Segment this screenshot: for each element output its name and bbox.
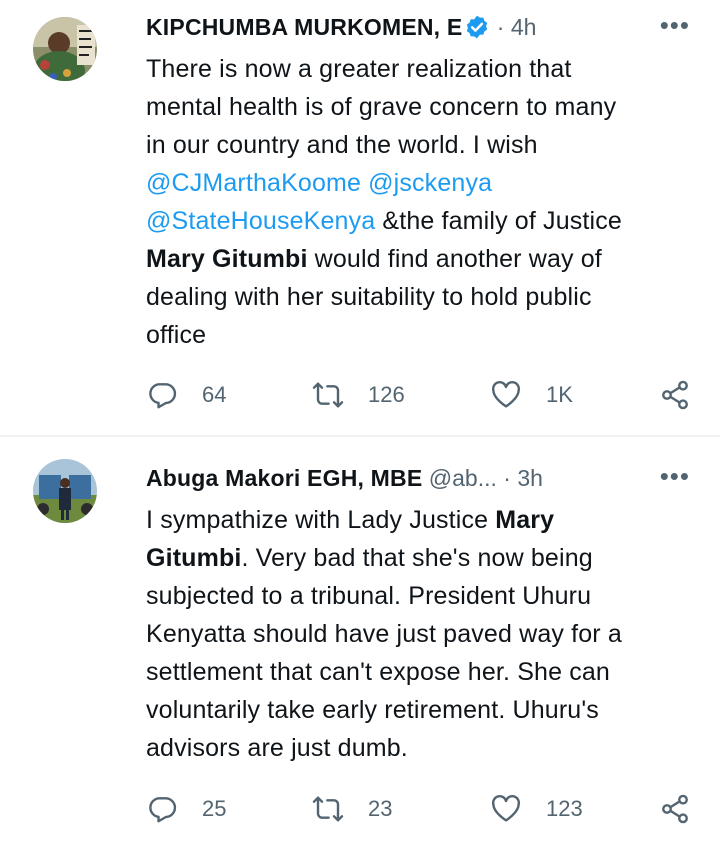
author-handle[interactable]: @ab... — [429, 465, 497, 491]
mention-link[interactable]: @StateHouseKenya — [146, 207, 375, 235]
text-line: voluntarily take early retirement. Uhuru… — [146, 691, 686, 729]
reply-button[interactable]: 64 — [146, 375, 226, 415]
text-line: Kenyatta should have just paved way for … — [146, 615, 686, 653]
tweet-1[interactable]: KIPCHUMBA MURKOMEN, E · 4h ••• There is … — [0, 0, 720, 436]
text-line: There is now a greater realization that — [146, 50, 686, 88]
text-fragment: would find another way of — [307, 245, 602, 273]
reply-count: 64 — [202, 382, 227, 407]
retweet-count: 23 — [368, 796, 393, 821]
retweet-icon — [312, 382, 344, 408]
share-button[interactable] — [659, 789, 691, 829]
tweet-time[interactable]: 4h — [511, 14, 537, 40]
like-icon — [491, 380, 521, 408]
author-name[interactable]: Abuga Makori EGH, MBE — [146, 465, 422, 491]
author-avatar[interactable] — [33, 459, 97, 523]
text-line: dealing with her suitability to hold pub… — [146, 278, 686, 316]
text-fragment: office — [146, 321, 207, 349]
highlighted-text: Gitumbi — [146, 544, 242, 572]
share-button[interactable] — [659, 375, 691, 415]
reply-count: 25 — [202, 796, 227, 821]
tweet-actions: 64 126 1K — [146, 375, 691, 415]
text-line: Mary Gitumbi would find another way of — [146, 240, 686, 278]
retweet-button[interactable]: 23 — [312, 789, 392, 829]
separator-dot: · — [503, 465, 511, 491]
like-button[interactable]: 123 — [490, 789, 583, 829]
like-count: 1K — [546, 382, 573, 407]
share-icon — [662, 794, 688, 824]
more-icon[interactable]: ••• — [660, 463, 690, 489]
like-icon — [491, 794, 521, 822]
text-line: @CJMarthaKoome @jsckenya — [146, 164, 686, 202]
more-icon[interactable]: ••• — [660, 12, 690, 38]
text-fragment: settlement that can't expose her. She ca… — [146, 658, 610, 686]
text-line: advisors are just dumb. — [146, 729, 686, 767]
text-line: Gitumbi. Very bad that she's now being — [146, 539, 686, 577]
tweet-time[interactable]: 3h — [517, 465, 543, 491]
highlighted-text: Mary — [495, 506, 555, 534]
like-button[interactable]: 1K — [490, 375, 573, 415]
retweet-icon — [312, 796, 344, 822]
text-line: office — [146, 316, 686, 354]
text-line: subjected to a tribunal. President Uhuru — [146, 577, 686, 615]
author-avatar[interactable] — [33, 17, 97, 81]
text-fragment: subjected to a tribunal. President Uhuru — [146, 582, 592, 610]
tweet-2[interactable]: Abuga Makori EGH, MBE @ab... · 3h ••• I … — [0, 437, 720, 849]
tweet-text: I sympathize with Lady Justice Mary Gitu… — [146, 501, 686, 767]
text-fragment: advisors are just dumb. — [146, 734, 408, 762]
mention-links[interactable]: @CJMarthaKoome @jsckenya — [146, 169, 492, 197]
text-fragment: Kenyatta should have just paved way for … — [146, 620, 622, 648]
reply-icon — [149, 797, 177, 823]
like-count: 123 — [546, 796, 583, 821]
text-line: @StateHouseKenya &the family of Justice — [146, 202, 686, 240]
author-name[interactable]: KIPCHUMBA MURKOMEN, E — [146, 14, 462, 40]
tweet-actions: 25 23 123 — [146, 789, 691, 829]
text-fragment: There is now a greater realization that — [146, 55, 572, 83]
text-line: in our country and the world. I wish — [146, 126, 686, 164]
text-fragment: . Very bad that she's now being — [241, 544, 593, 572]
tweet-header: KIPCHUMBA MURKOMEN, E · 4h ••• — [146, 12, 690, 42]
text-line: I sympathize with Lady Justice Mary — [146, 501, 686, 539]
text-fragment: in our country and the world. I wish — [146, 131, 538, 159]
text-fragment: &the family of Justice — [375, 207, 622, 235]
text-fragment: I sympathize with Lady Justice — [146, 506, 496, 534]
text-fragment: dealing with her suitability to hold pub… — [146, 283, 592, 311]
text-fragment: mental health is of grave concern to man… — [146, 93, 617, 121]
retweet-button[interactable]: 126 — [312, 375, 405, 415]
text-fragment: voluntarily take early retirement. Uhuru… — [146, 696, 599, 724]
highlighted-text: Mary Gitumbi — [146, 245, 308, 273]
reply-button[interactable]: 25 — [146, 789, 226, 829]
retweet-count: 126 — [368, 382, 405, 407]
share-icon — [662, 380, 688, 410]
tweet-text: There is now a greater realization that … — [146, 50, 686, 354]
verified-badge-icon — [464, 14, 490, 47]
tweet-header: Abuga Makori EGH, MBE @ab... · 3h ••• — [146, 463, 690, 493]
separator-dot: · — [496, 14, 505, 40]
reply-icon — [149, 383, 177, 409]
text-line: settlement that can't expose her. She ca… — [146, 653, 686, 691]
text-line: mental health is of grave concern to man… — [146, 88, 686, 126]
